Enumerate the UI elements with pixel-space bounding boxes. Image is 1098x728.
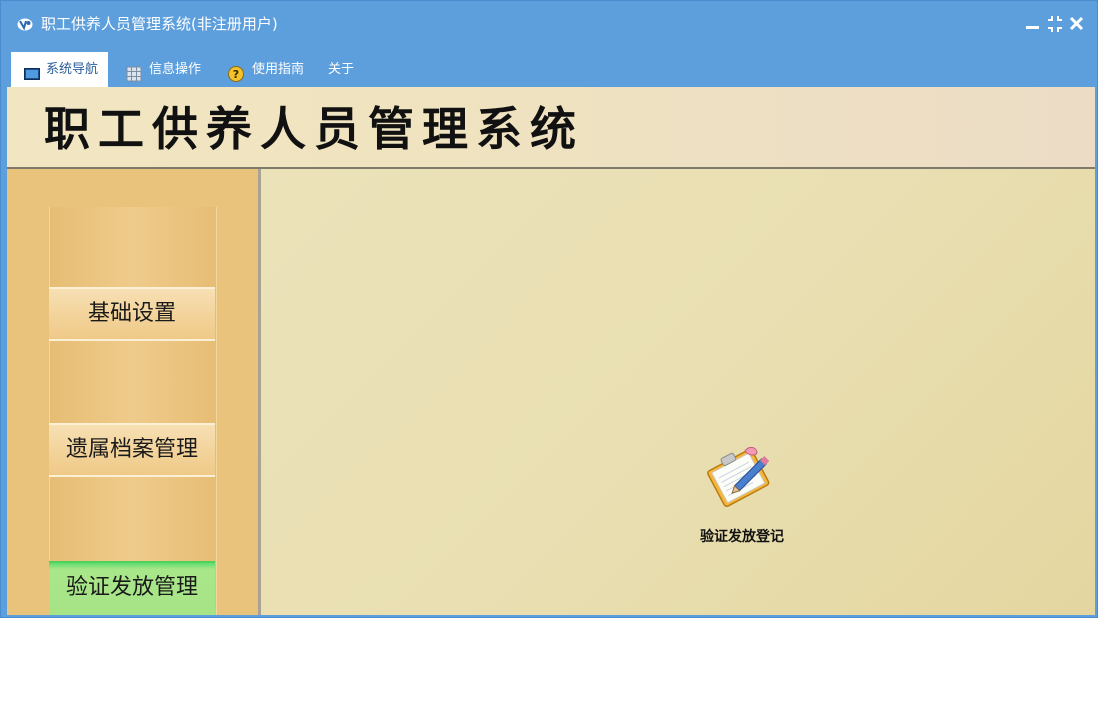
window-title: 职工供养人员管理系统(非注册用户) — [41, 15, 278, 33]
system-title: 职工供养人员管理系统 — [44, 102, 584, 156]
tab-system-navigation[interactable]: 系统导航 — [11, 52, 108, 87]
main-area: 验证发放登记 — [261, 169, 1095, 615]
title-bar[interactable]: 职工供养人员管理系统(非注册用户) — [1, 1, 1097, 47]
minimize-button[interactable] — [1025, 14, 1041, 34]
sidebar-item-verification-payment[interactable]: 验证发放管理 — [49, 561, 215, 615]
sidebar-item-survivor-archive[interactable]: 遗属档案管理 — [49, 423, 215, 477]
banner: 职工供养人员管理系统 — [7, 87, 1095, 169]
tab-info-operation[interactable]: 信息操作 — [118, 52, 210, 87]
tab-label: 系统导航 — [46, 62, 99, 77]
tab-label: 关于 — [328, 62, 355, 77]
help-icon: ? — [228, 61, 244, 82]
tab-user-guide[interactable]: ? 使用指南 — [221, 52, 313, 87]
sidebar-item-basic-settings[interactable]: 基础设置 — [49, 287, 215, 341]
menu-bar: 系统导航 信息操作 ? 使用指南 关于 — [1, 47, 1097, 87]
restore-button[interactable] — [1047, 14, 1063, 34]
task-verification-registration[interactable]: 验证发放登记 — [677, 443, 797, 553]
tab-label: 信息操作 — [149, 62, 202, 77]
close-icon — [1069, 16, 1084, 31]
tab-about[interactable]: 关于 — [321, 52, 365, 87]
clipboard-pen-icon — [701, 443, 781, 513]
tab-label: 使用指南 — [252, 62, 305, 77]
task-label: 验证发放登记 — [700, 529, 784, 545]
app-logo-icon — [17, 16, 33, 32]
grid-icon — [126, 61, 142, 82]
restore-icon — [1048, 16, 1062, 32]
monitor-icon — [24, 61, 40, 80]
app-window: 职工供养人员管理系统(非注册用户) 系统导航 信息操作 ? 使用指南 关于 职工… — [0, 0, 1098, 618]
minimize-icon — [1026, 26, 1039, 29]
sidebar: 基础设置 遗属档案管理 验证发放管理 — [7, 169, 261, 615]
svg-text:?: ? — [233, 68, 239, 81]
sidebar-track — [49, 207, 217, 615]
navigation-panel: 职工供养人员管理系统 基础设置 遗属档案管理 验证发放管理 验证发放登记 — [7, 87, 1095, 615]
close-button[interactable] — [1069, 14, 1085, 34]
